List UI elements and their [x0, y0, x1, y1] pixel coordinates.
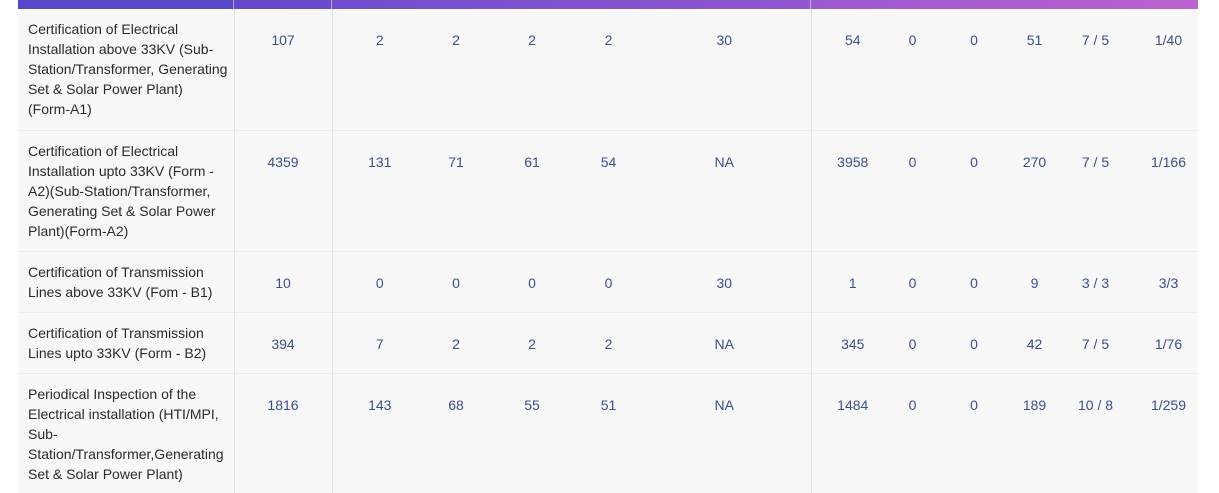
header-segment-pending [332, 0, 811, 9]
data-cell: 2 [604, 335, 613, 352]
service-statistics-table-container: Certification of Electrical Installation… [18, 0, 1198, 493]
data-cell: 270 [1022, 153, 1047, 170]
data-cell: 189 [1022, 396, 1047, 413]
table-row: Certification of Transmission Lines upto… [18, 312, 1198, 373]
data-cell: 0 [970, 32, 978, 48]
service-description: Certification of Transmission Lines upto… [18, 312, 235, 373]
data-cell: 54 [844, 32, 861, 48]
data-cell: 7 / 5 [1081, 32, 1110, 48]
total-received-cell: 1816 [234, 373, 333, 493]
data-cell: 131 [368, 153, 392, 170]
header-segment-service [18, 0, 234, 9]
data-cell: 30 [638, 251, 812, 312]
data-cell: 9 [1030, 274, 1039, 291]
data-cell: 1/40 [1154, 32, 1183, 48]
data-cell: 71 [448, 153, 464, 170]
data-cell: NA [638, 130, 812, 251]
data-cell: 143 [368, 396, 392, 413]
data-cell: NA [638, 373, 812, 493]
data-cell: 54 [600, 153, 617, 170]
data-cell: 0 [970, 335, 978, 352]
data-cell: 61 [524, 153, 540, 170]
data-cell: 0 [375, 274, 384, 291]
data-cell: 2 [604, 32, 613, 48]
data-cell: 68 [448, 396, 464, 413]
data-cell: 3958 [837, 153, 869, 170]
data-cell: 1484 [837, 396, 869, 413]
data-cell: 7 / 5 [1081, 335, 1110, 352]
table-header-bar [18, 0, 1198, 9]
data-cell: 2 [528, 335, 536, 352]
data-cell: 2 [528, 32, 536, 48]
data-cell: 10 / 8 [1077, 396, 1114, 413]
data-cell: 42 [1026, 335, 1043, 352]
data-cell: 0 [528, 274, 536, 291]
data-cell: 0 [452, 274, 460, 291]
data-cell: 7 [375, 335, 384, 352]
data-cell: 2 [375, 32, 384, 48]
data-cell: 1 [848, 274, 857, 291]
header-segment-disposed [811, 0, 1198, 9]
data-cell: 0 [604, 274, 613, 291]
total-received-cell: 107 [234, 9, 333, 130]
total-received-cell: 4359 [234, 130, 333, 251]
service-description: Certification of Electrical Installation… [18, 130, 235, 251]
data-cell: 0 [970, 274, 978, 291]
table-row: Certification of Electrical Installation… [18, 130, 1198, 251]
data-cell: 0 [970, 396, 978, 413]
data-cell: 3/3 [1158, 274, 1179, 291]
data-cell: NA [638, 312, 812, 373]
data-cell: 1/76 [1154, 335, 1183, 352]
data-cell: 55 [524, 396, 540, 413]
total-received-cell: 394 [234, 312, 333, 373]
header-segment-received [234, 0, 332, 9]
data-cell: 1/166 [1150, 153, 1187, 170]
data-cell: 0 [908, 32, 917, 48]
service-description: Certification of Electrical Installation… [18, 9, 235, 130]
data-cell: 345 [841, 335, 865, 352]
data-cell: 1/259 [1150, 396, 1187, 413]
data-cell: 0 [908, 153, 917, 170]
service-description: Certification of Transmission Lines abov… [18, 251, 235, 312]
service-statistics-table: Certification of Electrical Installation… [18, 9, 1198, 493]
data-cell: 3 / 3 [1081, 274, 1110, 291]
table-row: Certification of Transmission Lines abov… [18, 251, 1198, 312]
table-row: Certification of Electrical Installation… [18, 9, 1198, 130]
data-cell: 7 / 5 [1081, 153, 1110, 170]
total-received-cell: 10 [234, 251, 333, 312]
service-description: Periodical Inspection of the Electrical … [18, 373, 235, 493]
data-cell: 0 [908, 335, 917, 352]
table-row: Periodical Inspection of the Electrical … [18, 373, 1198, 493]
data-cell: 2 [452, 335, 460, 352]
data-cell: 2 [452, 32, 460, 48]
data-cell: 0 [970, 153, 978, 170]
data-cell: 0 [908, 396, 917, 413]
data-cell: 0 [908, 274, 917, 291]
data-cell: 51 [1026, 32, 1043, 48]
data-cell: 51 [600, 396, 617, 413]
data-cell: 30 [638, 9, 812, 130]
